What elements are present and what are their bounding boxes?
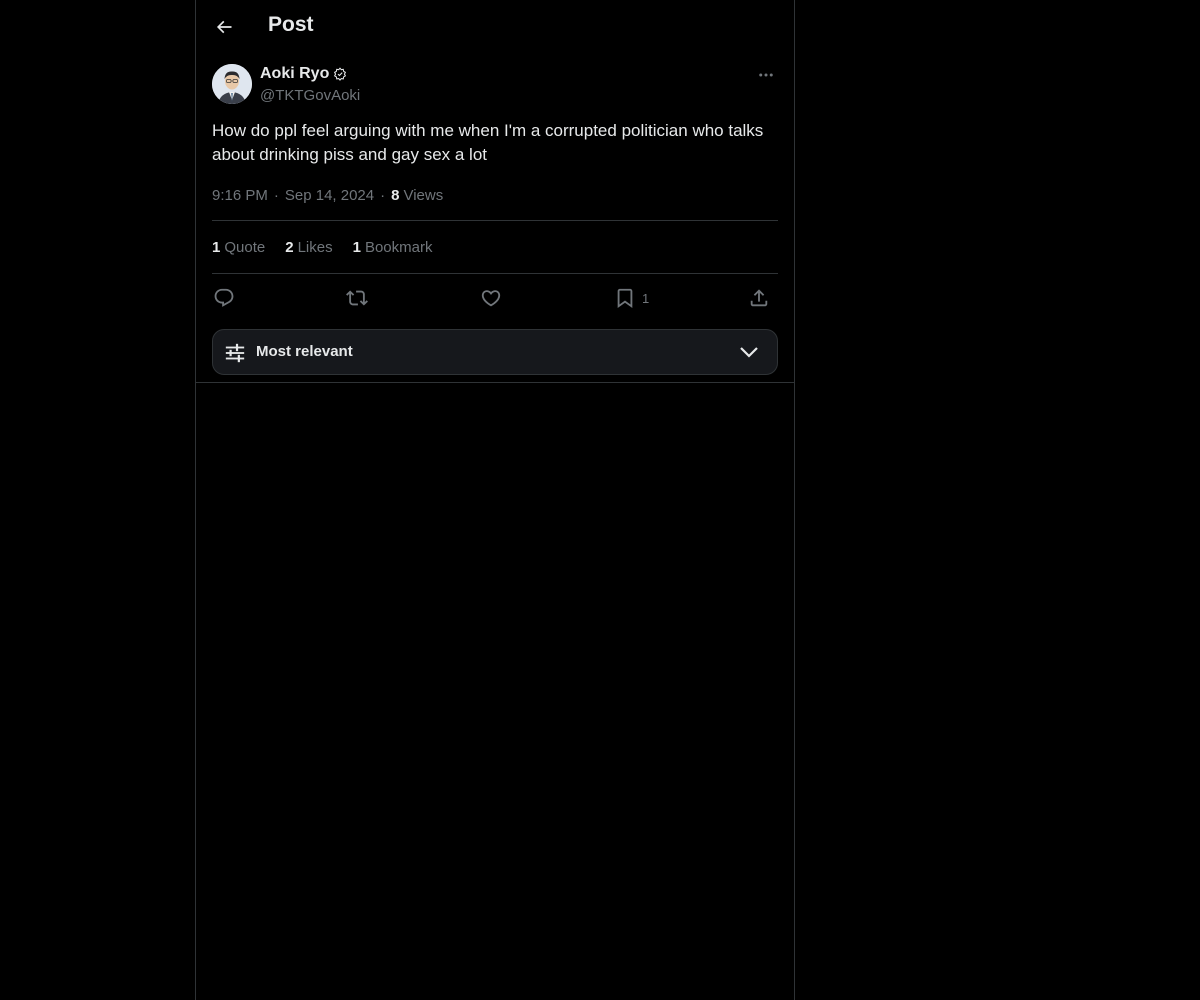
chevron-down-icon xyxy=(740,347,758,358)
post-time[interactable]: 9:16 PM xyxy=(212,187,268,204)
meta-separator: · xyxy=(380,186,386,204)
like-button[interactable] xyxy=(480,285,502,311)
quotes-count: 1 xyxy=(212,238,221,256)
bookmarks-stat[interactable]: 1 Bookmark xyxy=(353,239,433,256)
divider xyxy=(196,382,794,383)
action-bar: 1 xyxy=(212,285,778,311)
sliders-icon xyxy=(225,343,245,363)
quotes-label: Quote xyxy=(224,238,266,256)
reply-button[interactable] xyxy=(213,285,235,311)
share-button[interactable] xyxy=(748,285,770,311)
author-name[interactable]: Aoki Ryo xyxy=(260,65,347,83)
bookmark-count: 1 xyxy=(642,290,650,306)
bookmark-icon xyxy=(617,288,633,309)
main-column: Post Aoki Ryo @TKTGovAoki How do ppl fee… xyxy=(195,0,795,1000)
more-options-button[interactable] xyxy=(754,64,778,86)
arrow-left-icon xyxy=(216,20,232,34)
repost-button[interactable] xyxy=(346,285,368,311)
author-name-text: Aoki Ryo xyxy=(260,65,330,82)
sort-label: Most relevant xyxy=(256,343,353,360)
post-stats: 1 Quote 2 Likes 1 Bookmark xyxy=(212,237,432,257)
repost-icon xyxy=(346,290,368,306)
post-text: How do ppl feel arguing with me when I'm… xyxy=(212,121,764,164)
views-label: Views xyxy=(403,186,444,204)
bookmark-button[interactable]: 1 xyxy=(614,285,649,311)
reply-icon xyxy=(214,288,234,307)
author-handle[interactable]: @TKTGovAoki xyxy=(260,87,360,104)
divider xyxy=(212,273,778,274)
share-icon xyxy=(750,289,768,307)
post-date[interactable]: Sep 14, 2024 xyxy=(285,187,374,204)
avatar[interactable] xyxy=(212,64,252,104)
post-meta: 9:16 PM · Sep 14, 2024 · 8 Views xyxy=(212,185,443,205)
meta-separator: · xyxy=(273,186,279,204)
divider xyxy=(212,220,778,221)
like-icon xyxy=(481,290,501,307)
more-horizontal-icon xyxy=(759,73,773,77)
likes-count: 2 xyxy=(285,238,294,256)
bookmarks-label: Bookmark xyxy=(364,238,433,256)
author-row: Aoki Ryo @TKTGovAoki xyxy=(212,64,778,108)
sort-replies-dropdown[interactable]: Most relevant xyxy=(212,329,778,375)
bookmarks-count: 1 xyxy=(352,238,361,256)
likes-stat[interactable]: 2 Likes xyxy=(285,239,332,256)
likes-label: Likes xyxy=(297,238,333,256)
views-count: 8 xyxy=(391,186,400,204)
avatar-image xyxy=(212,64,252,104)
post-header: Post xyxy=(196,0,794,54)
verified-badge-icon xyxy=(334,67,347,81)
back-button[interactable] xyxy=(208,11,240,43)
quotes-stat[interactable]: 1 Quote xyxy=(212,239,265,256)
page-title: Post xyxy=(268,13,314,36)
